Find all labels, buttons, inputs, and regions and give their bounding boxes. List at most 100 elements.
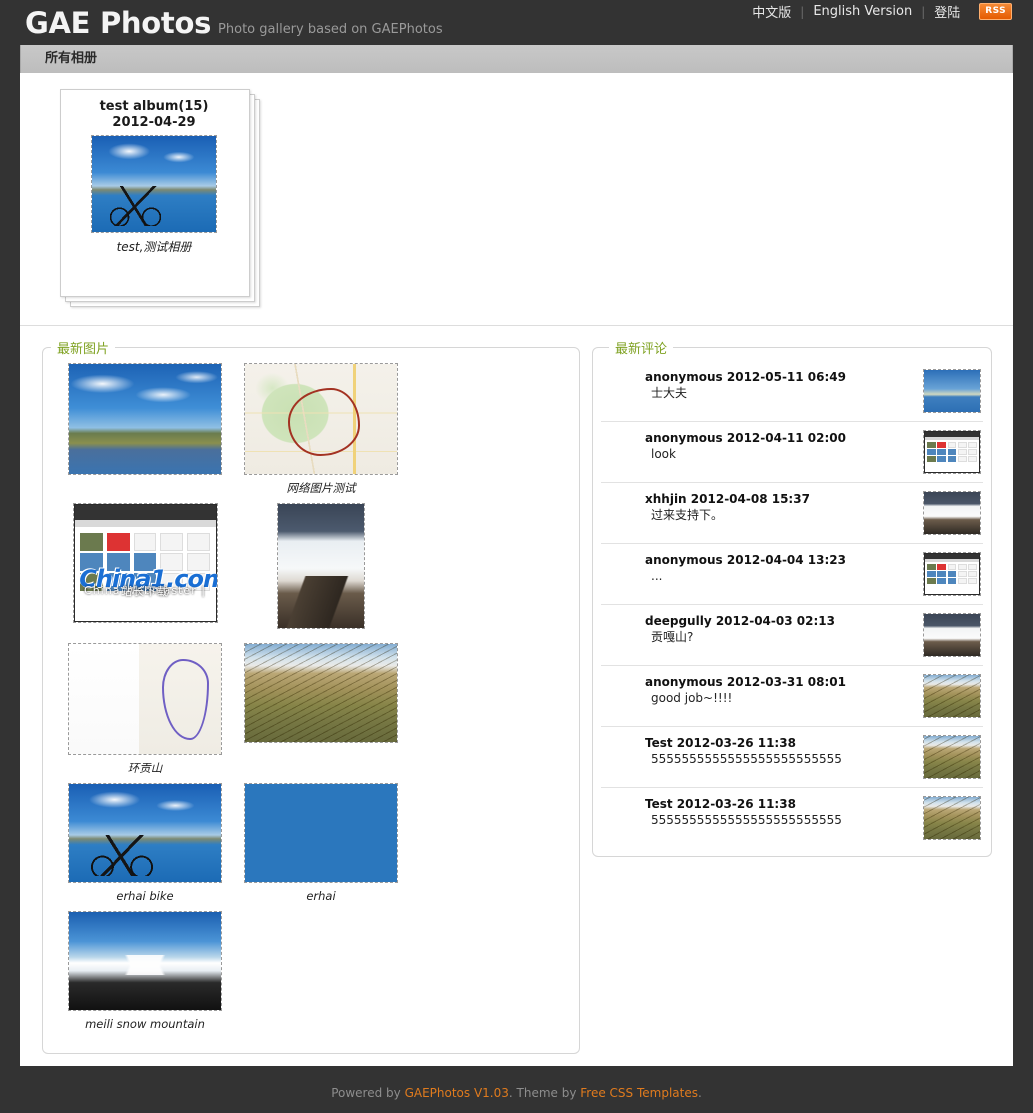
comment-thumbnail[interactable]	[923, 735, 981, 779]
comment-body: deepgully 2012-04-03 02:13 贡嘎山?	[645, 613, 917, 645]
latest-photos-legend: 最新图片	[57, 342, 110, 357]
footer-app-link[interactable]: GAEPhotos V1.03	[405, 1086, 509, 1100]
comment-thumbnail[interactable]	[923, 369, 981, 413]
album-cover-image	[92, 136, 216, 232]
photo-thumbnail[interactable]	[277, 503, 365, 629]
lower-columns: 最新图片 网络图片测试 China1.com China Webmaster |…	[20, 338, 1013, 1066]
comment-datetime: 2012-03-31 08:01	[726, 675, 847, 689]
comment-author: xhhjin	[645, 492, 687, 506]
site-title: GAE Photos	[25, 6, 212, 40]
photo-image-cliff	[278, 504, 364, 628]
photo-item[interactable]: erhai	[233, 783, 409, 903]
nav-english[interactable]: English Version	[804, 4, 921, 19]
nav-chinese[interactable]: 中文版	[743, 2, 800, 21]
comment-thumbnail[interactable]	[923, 491, 981, 535]
photo-image-erhai	[245, 784, 397, 882]
comment-author: anonymous	[645, 675, 723, 689]
comment-row[interactable]: anonymous 2012-05-11 06:49 士大夫	[601, 361, 983, 422]
footer-prefix: Powered by	[331, 1086, 405, 1100]
comment-row[interactable]: anonymous 2012-04-04 13:23 ...	[601, 544, 983, 605]
latest-comments-legend: 最新评论	[615, 342, 668, 357]
photo-image-app-screenshot	[73, 504, 217, 622]
footer-suffix: .	[697, 1086, 702, 1100]
avatar	[603, 796, 637, 830]
album-card-inner[interactable]: test album(15) 2012-04-29 test,测试相册	[60, 89, 248, 295]
comment-row[interactable]: Test 2012-03-26 11:38 555555555555555555…	[601, 727, 983, 788]
avatar	[603, 552, 637, 586]
album-card[interactable]: test album(15) 2012-04-29 test,测试相册	[60, 89, 260, 307]
comment-row[interactable]: xhhjin 2012-04-08 15:37 过来支持下。	[601, 483, 983, 544]
comment-row[interactable]: deepgully 2012-04-03 02:13 贡嘎山?	[601, 605, 983, 666]
comment-body: anonymous 2012-04-11 02:00 look	[645, 430, 917, 462]
photo-thumbnail[interactable]	[68, 363, 222, 475]
site-logo[interactable]: GAE Photos Photo gallery based on GAEPhot…	[25, 6, 443, 40]
photo-item[interactable]: China1.com China Webmaster | 站长下载	[57, 503, 233, 635]
album-list: test album(15) 2012-04-29 test,测试相册	[20, 73, 1013, 325]
comment-datetime: 2012-03-26 11:38	[676, 797, 796, 811]
comment-thumb-image	[924, 370, 980, 412]
comment-text: ...	[651, 569, 663, 583]
comment-author: Test	[645, 797, 673, 811]
photo-item[interactable]	[57, 363, 233, 495]
comment-header: anonymous 2012-03-31 08:01	[645, 675, 846, 689]
site-header: GAE Photos Photo gallery based on GAEPhot…	[0, 0, 1033, 45]
photo-item[interactable]	[233, 503, 409, 635]
comment-datetime: 2012-04-11 02:00	[726, 431, 847, 445]
comment-author: anonymous	[645, 370, 723, 384]
top-navigation: 中文版 | English Version | 登陆 RSS	[743, 2, 1012, 21]
photo-thumbnail[interactable]	[68, 911, 222, 1011]
photo-item[interactable]	[233, 643, 409, 775]
photo-item[interactable]: meili snow mountain	[57, 911, 233, 1031]
comment-body: Test 2012-03-26 11:38 555555555555555555…	[645, 735, 917, 767]
comment-text: 5555555555555555555555555	[651, 752, 842, 766]
comment-row[interactable]: anonymous 2012-03-31 08:01 good job~!!!!	[601, 666, 983, 727]
photo-thumbnail[interactable]	[244, 783, 398, 883]
comment-text: 5555555555555555555555555	[651, 813, 842, 827]
comment-thumb-image	[924, 736, 980, 778]
comment-body: Test 2012-03-26 11:38 555555555555555555…	[645, 796, 917, 828]
avatar	[603, 369, 637, 403]
comment-header: Test 2012-03-26 11:38	[645, 797, 796, 811]
avatar	[603, 735, 637, 769]
photo-image-snow-mountain	[69, 912, 221, 1010]
map-route-overlay	[287, 388, 360, 456]
page-content: 所有相册 test album(15) 2012-04-29 test,测试相册…	[20, 45, 1013, 1066]
comment-header: xhhjin 2012-04-08 15:37	[645, 492, 810, 506]
comment-row[interactable]: Test 2012-03-26 11:38 555555555555555555…	[601, 788, 983, 848]
photo-thumbnail[interactable]	[68, 783, 222, 883]
photo-item[interactable]: 环贡山	[57, 643, 233, 775]
photo-item[interactable]: 网络图片测试	[233, 363, 409, 495]
comment-thumb-image	[924, 553, 980, 595]
all-albums-bar: 所有相册	[20, 45, 1013, 73]
photo-caption: 环贡山	[127, 761, 163, 775]
footer-theme-link[interactable]: Free CSS Templates	[580, 1086, 698, 1100]
photo-image-lake	[69, 364, 221, 474]
photo-thumbnail[interactable]: China1.com China Webmaster | 站长下载	[72, 503, 218, 623]
album-title: test album(15)	[99, 99, 209, 114]
latest-photos-panel: 最新图片 网络图片测试 China1.com China Webmaster |…	[42, 338, 580, 1054]
album-cover-thumbnail[interactable]	[91, 135, 217, 233]
comment-thumbnail[interactable]	[923, 613, 981, 657]
photo-caption: erhai bike	[116, 889, 174, 903]
comment-text: good job~!!!!	[651, 691, 733, 705]
comment-body: xhhjin 2012-04-08 15:37 过来支持下。	[645, 491, 917, 523]
photo-thumbnail[interactable]	[244, 643, 398, 743]
comment-thumbnail[interactable]	[923, 796, 981, 840]
comment-thumbnail[interactable]	[923, 430, 981, 474]
photo-item[interactable]: erhai bike	[57, 783, 233, 903]
comment-thumbnail[interactable]	[923, 674, 981, 718]
site-footer: Powered by GAEPhotos V1.03. Theme by Fre…	[0, 1066, 1033, 1113]
comment-thumbnail[interactable]	[923, 552, 981, 596]
photo-thumbnail[interactable]	[68, 643, 222, 755]
photo-caption: meili snow mountain	[85, 1017, 205, 1031]
comment-header: deepgully 2012-04-03 02:13	[645, 614, 835, 628]
album-date: 2012-04-29	[112, 115, 196, 130]
rss-button[interactable]: RSS	[979, 3, 1012, 20]
comment-datetime: 2012-04-04 13:23	[726, 553, 847, 567]
comment-text: 贡嘎山?	[651, 630, 694, 644]
comment-body: anonymous 2012-04-04 13:23 ...	[645, 552, 917, 584]
photo-thumbnail[interactable]	[244, 363, 398, 475]
nav-login[interactable]: 登陆	[925, 2, 969, 21]
comment-datetime: 2012-05-11 06:49	[726, 370, 847, 384]
comment-row[interactable]: anonymous 2012-04-11 02:00 look	[601, 422, 983, 483]
